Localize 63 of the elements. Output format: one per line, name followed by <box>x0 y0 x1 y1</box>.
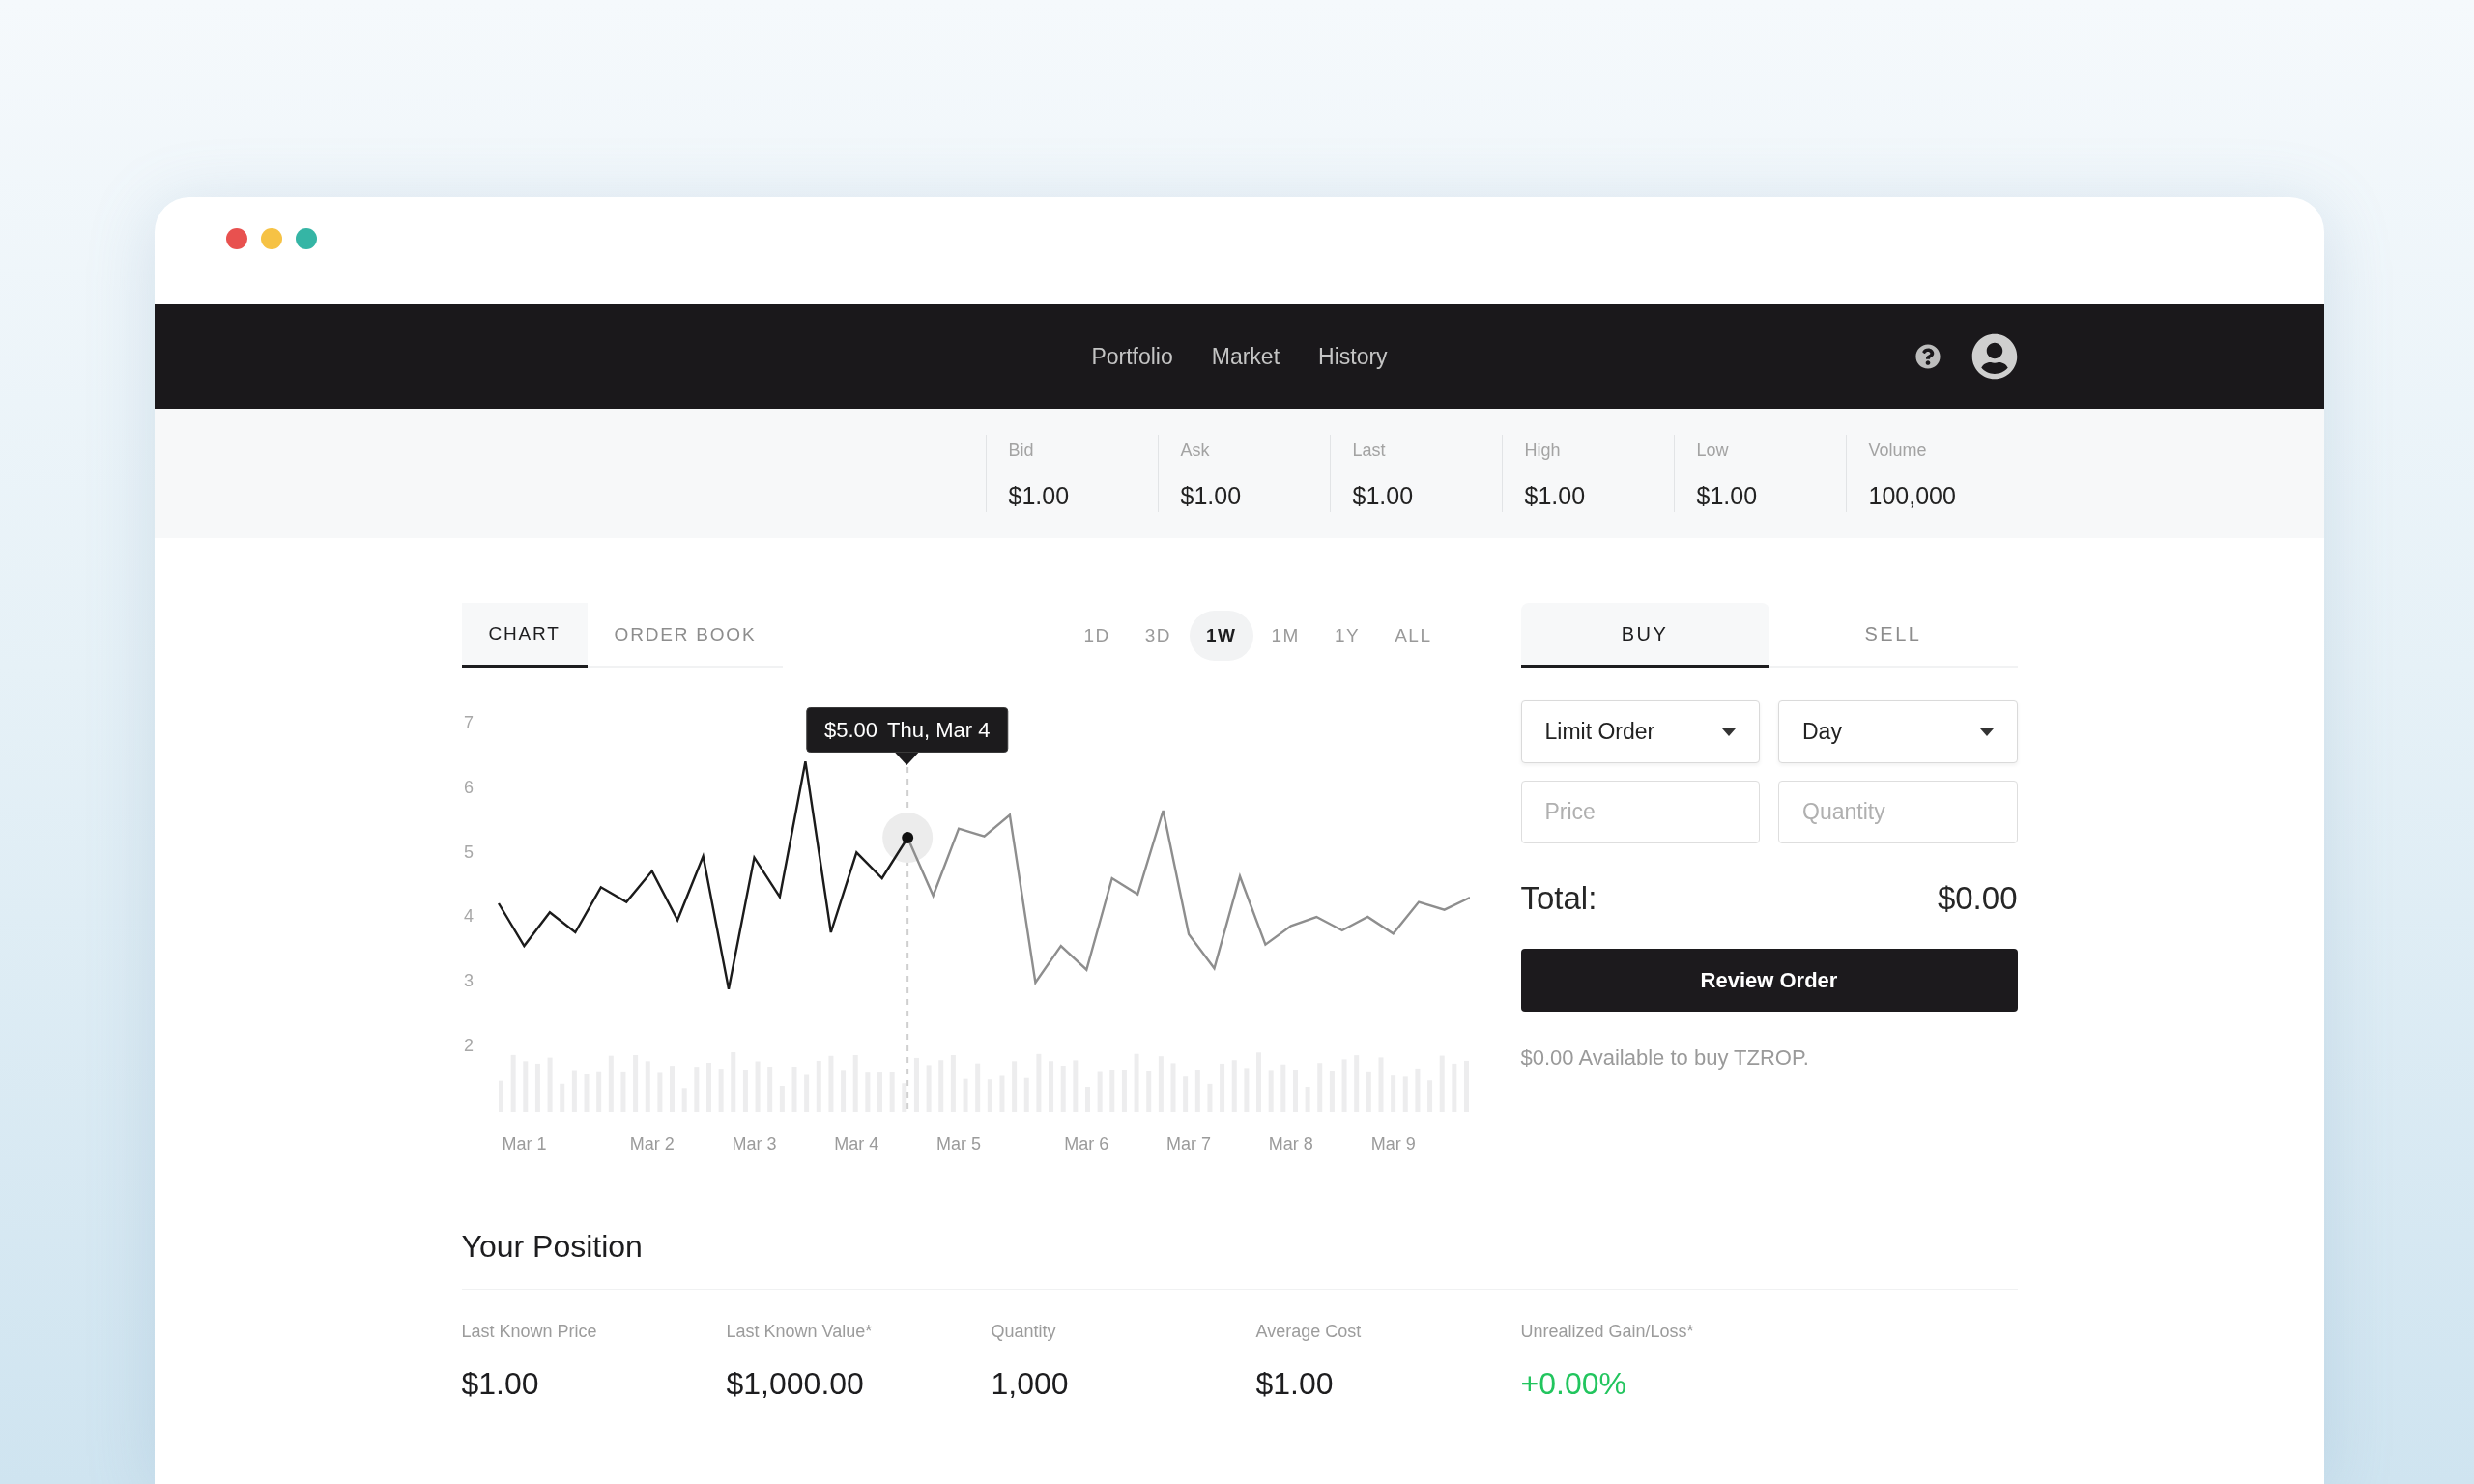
x-axis-label: Mar 8 <box>1268 1133 1313 1154</box>
stat-value: $1.00 <box>1696 481 1758 511</box>
position-label: Quantity <box>991 1321 1056 1343</box>
nav-link[interactable]: Market <box>1211 343 1280 370</box>
x-axis-label: Mar 2 <box>629 1133 675 1154</box>
help-icon[interactable] <box>1914 344 1941 369</box>
stat-label: High <box>1524 440 1561 462</box>
position-value: $1.00 <box>461 1365 539 1403</box>
stat-label: Last <box>1352 440 1386 462</box>
y-axis-label: 4 <box>463 906 474 927</box>
position-label: Last Known Price <box>461 1321 597 1343</box>
user-avatar-icon[interactable] <box>1971 333 2018 380</box>
dropdown-select[interactable]: Day <box>1778 700 2018 763</box>
x-axis-label: Mar 4 <box>833 1133 878 1154</box>
x-axis-label: Mar 3 <box>731 1133 776 1154</box>
y-axis-label: 7 <box>463 713 474 733</box>
stat-label: Ask <box>1180 440 1210 462</box>
section-title: Your Position <box>461 1227 2018 1290</box>
x-axis-label: Mar 6 <box>1063 1133 1108 1154</box>
x-axis-label: Mar 1 <box>501 1133 546 1154</box>
stat-value: 100,000 <box>1868 481 1956 511</box>
chart-tab[interactable]: CHART <box>461 603 588 668</box>
stat-label: Bid <box>1008 440 1034 462</box>
stat-label: Volume <box>1868 440 1927 462</box>
stat-label: Low <box>1696 440 1729 462</box>
y-axis-label: 2 <box>463 1035 474 1055</box>
hover-halo-icon <box>881 812 933 863</box>
input-field[interactable]: Quantity <box>1778 781 2018 843</box>
total-value: $0.00 <box>1937 879 2018 918</box>
caret-icon <box>1979 728 1994 736</box>
tooltip-value: $5.00 <box>823 717 877 743</box>
review-order-button[interactable]: Review Order <box>1520 949 2018 1012</box>
position-label: Last Known Value* <box>726 1321 873 1343</box>
x-axis-label: Mar 7 <box>1165 1133 1211 1154</box>
position-value: $1,000.00 <box>726 1365 864 1403</box>
y-axis-label: 5 <box>463 842 474 862</box>
position-value: 1,000 <box>991 1365 1069 1403</box>
stat-value: $1.00 <box>1352 481 1414 511</box>
x-axis-label: Mar 5 <box>935 1133 981 1154</box>
nav-link[interactable]: History <box>1318 343 1388 370</box>
hover-point-icon <box>901 831 913 843</box>
window-dot-icon[interactable] <box>226 228 247 249</box>
buying-power-note: $0.00 Available to buy TZROP. <box>1520 1044 1810 1071</box>
x-axis-label: Mar 9 <box>1370 1133 1416 1154</box>
position-value: +0.00% <box>1520 1365 1626 1403</box>
total-label: Total: <box>1520 879 1597 918</box>
y-axis-label: 6 <box>463 778 474 798</box>
position-label: Average Cost <box>1255 1321 1362 1343</box>
order-side-tab[interactable]: BUY <box>1520 603 1769 668</box>
caret-icon <box>1722 728 1736 736</box>
position-value: $1.00 <box>1255 1365 1334 1403</box>
stat-value: $1.00 <box>1180 481 1242 511</box>
input-field[interactable]: Price <box>1520 781 1760 843</box>
time-range-button[interactable]: 1W <box>1190 610 1253 661</box>
stat-value: $1.00 <box>1008 481 1070 511</box>
window-dot-icon[interactable] <box>261 228 282 249</box>
tooltip-date: Thu, Mar 4 <box>887 717 991 743</box>
dropdown-select[interactable]: Limit Order <box>1520 700 1760 763</box>
window-dot-icon[interactable] <box>296 228 317 249</box>
position-label: Unrealized Gain/Loss* <box>1520 1321 1694 1343</box>
y-axis-label: 3 <box>463 971 474 991</box>
nav-link[interactable]: Portfolio <box>1091 343 1173 370</box>
stat-value: $1.00 <box>1524 481 1586 511</box>
